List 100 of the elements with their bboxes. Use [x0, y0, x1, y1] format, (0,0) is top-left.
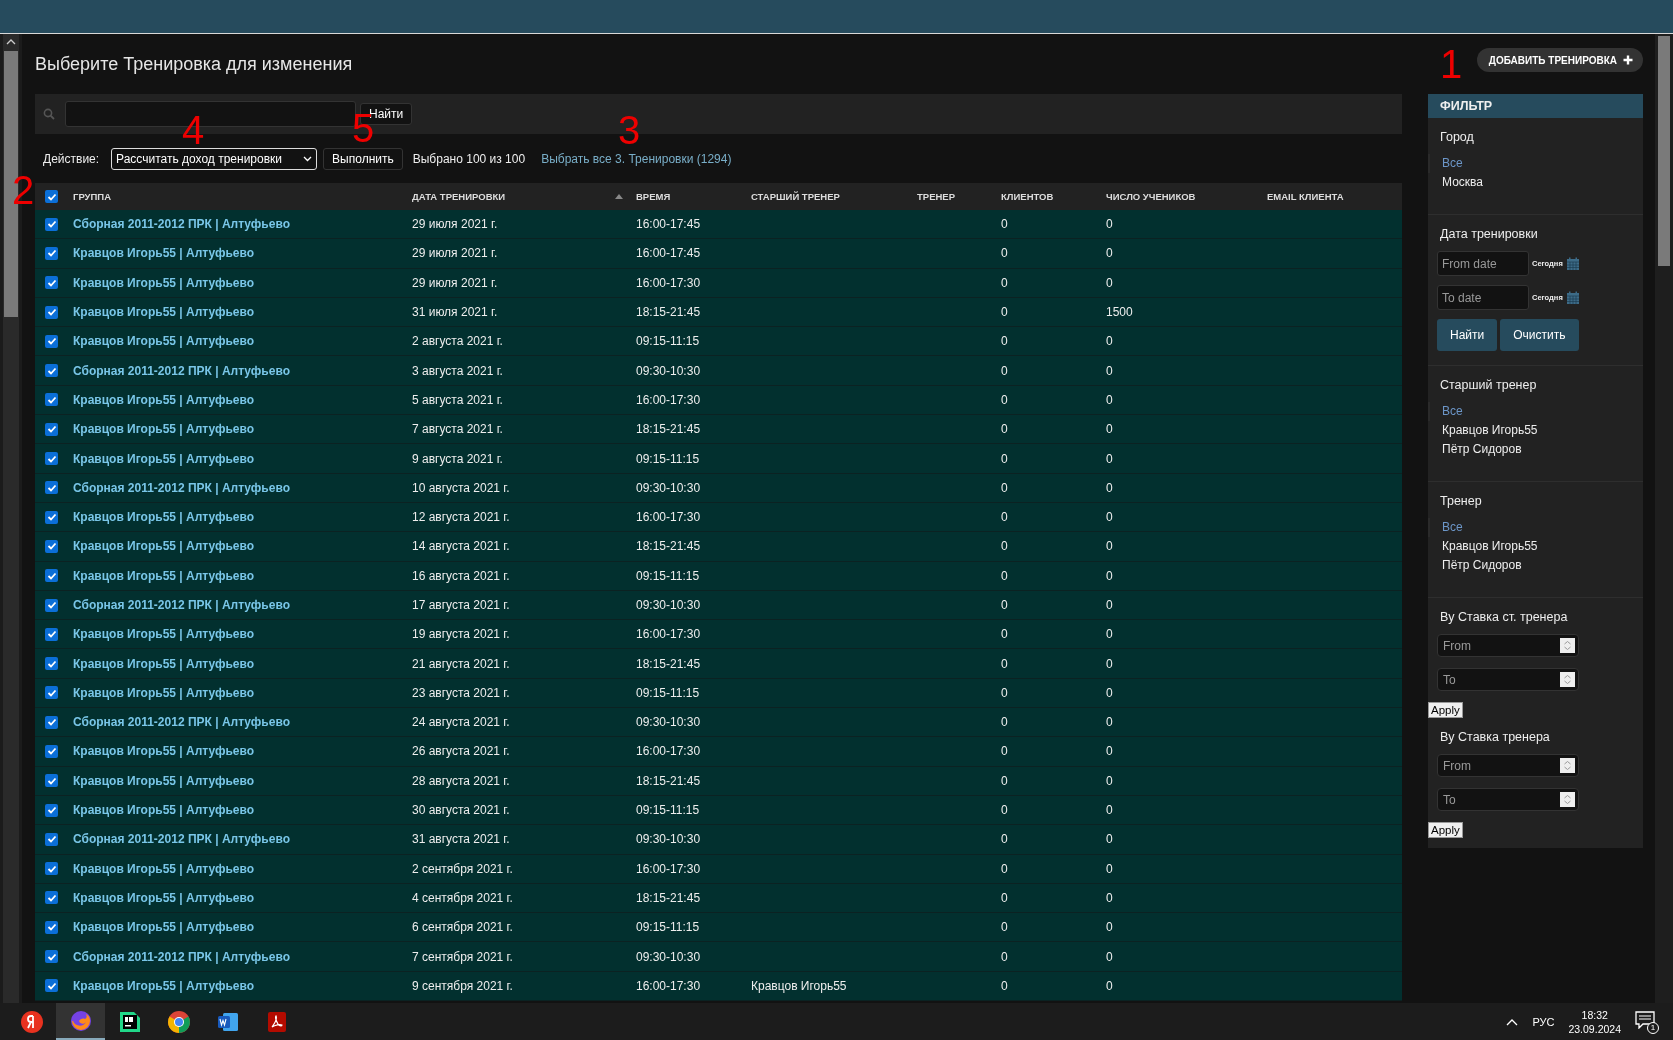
calendar-icon[interactable] [1565, 290, 1580, 305]
checkbox[interactable] [45, 422, 58, 436]
group-link[interactable]: Сборная 2011-2012 ПРК | Алтуфьево [73, 217, 290, 232]
sort-icon[interactable] [615, 194, 623, 199]
checkbox[interactable] [45, 657, 58, 671]
checkbox[interactable] [45, 334, 58, 348]
group-link[interactable]: Кравцов Игорь55 | Алтуфьево [73, 627, 255, 642]
checkbox[interactable] [45, 481, 58, 495]
group-link[interactable]: Кравцов Игорь55 | Алтуфьево [73, 539, 255, 554]
checkbox[interactable] [45, 950, 58, 964]
caret-icon[interactable] [1506, 1017, 1519, 1026]
table-cell: 18:15-21:45 [636, 422, 701, 437]
checkbox[interactable] [45, 715, 58, 729]
checkbox[interactable] [45, 745, 58, 758]
clock[interactable]: 18:32 23.09.2024 [1568, 1007, 1621, 1036]
table-cell: 0 [1106, 275, 1113, 290]
group-link[interactable]: Сборная 2011-2012 ПРК | Алтуфьево [73, 715, 290, 730]
table-cell: 18:15-21:45 [636, 656, 701, 671]
table-cell: 0 [1001, 217, 1008, 232]
group-link[interactable]: Кравцов Игорь55 | Алтуфьево [73, 275, 255, 290]
checkbox[interactable] [45, 686, 58, 700]
select-all-link[interactable]: Выбрать все 3. Тренировки (1294) [541, 151, 732, 166]
group-link[interactable]: Кравцов Игорь55 | Алтуфьево [73, 510, 255, 525]
checkbox[interactable] [45, 510, 58, 524]
filter-button[interactable]: Найти [1437, 319, 1498, 351]
checkbox[interactable] [45, 891, 58, 905]
group-link[interactable]: Кравцов Игорь55 | Алтуфьево [73, 334, 255, 349]
group-link[interactable]: Кравцов Игорь55 | Алтуфьево [73, 773, 255, 788]
group-link[interactable]: Кравцов Игорь55 | Алтуфьево [73, 656, 255, 671]
checkbox[interactable] [45, 862, 58, 876]
checkbox[interactable] [45, 246, 58, 260]
checkbox[interactable] [45, 569, 58, 583]
date-field[interactable]: To date [1437, 285, 1529, 310]
date-field[interactable]: From date [1437, 251, 1529, 276]
action-select[interactable]: Рассчитать доход тренировки [111, 147, 318, 170]
checkbox[interactable] [45, 803, 58, 817]
apply-button[interactable]: Apply [1428, 822, 1463, 838]
number-field[interactable]: To [1437, 668, 1579, 691]
column-header[interactable]: EMAIL КЛИЕНТА [1267, 191, 1344, 202]
number-field[interactable]: From [1437, 754, 1579, 777]
column-header[interactable]: ГРУППА [73, 191, 112, 202]
group-link[interactable]: Сборная 2011-2012 ПРК | Алтуфьево [73, 480, 290, 495]
group-link[interactable]: Сборная 2011-2012 ПРК | Алтуфьево [73, 832, 290, 847]
group-link[interactable]: Сборная 2011-2012 ПРК | Алтуфьево [73, 363, 290, 378]
group-link[interactable]: Кравцов Игорь55 | Алтуфьево [73, 305, 255, 320]
filter-option[interactable]: Пётр Сидоров [1428, 556, 1643, 575]
group-link[interactable]: Сборная 2011-2012 ПРК | Алтуфьево [73, 598, 290, 612]
group-link[interactable]: Кравцов Игорь55 | Алтуфьево [73, 685, 255, 700]
calendar-icon[interactable] [1565, 256, 1580, 271]
checkbox[interactable] [45, 305, 58, 319]
column-header[interactable]: ВРЕМЯ [636, 191, 671, 202]
checkbox[interactable] [45, 452, 58, 465]
group-link[interactable]: Кравцов Игорь55 | Алтуфьево [73, 890, 255, 905]
run-button[interactable]: Выполнить [323, 147, 403, 170]
checkbox[interactable] [45, 276, 58, 290]
column-header[interactable]: ТРЕНЕР [917, 191, 955, 202]
filter-option[interactable]: Все [1428, 154, 1643, 173]
table-cell: 0 [1001, 480, 1008, 495]
group-link[interactable]: Кравцов Игорь55 | Алтуфьево [73, 978, 255, 993]
filter-option[interactable]: Все [1428, 518, 1643, 537]
group-link[interactable]: Кравцов Игорь55 | Алтуфьево [73, 803, 255, 818]
checkbox[interactable] [45, 832, 58, 846]
checkbox[interactable] [45, 979, 58, 993]
number-field[interactable]: From [1437, 634, 1579, 657]
checkbox[interactable] [45, 920, 58, 934]
checkbox[interactable] [45, 774, 58, 788]
group-link[interactable]: Кравцов Игорь55 | Алтуфьево [73, 422, 255, 437]
group-link[interactable]: Кравцов Игорь55 | Алтуфьево [73, 744, 255, 759]
checkbox[interactable] [45, 217, 58, 231]
browser-icon[interactable] [56, 1003, 105, 1040]
checkbox[interactable] [45, 539, 58, 553]
apply-button[interactable]: Apply [1428, 702, 1463, 718]
checkbox[interactable] [45, 364, 58, 378]
group-link[interactable]: Кравцов Игорь55 | Алтуфьево [73, 568, 255, 583]
filter-option[interactable]: Пётр Сидоров [1428, 440, 1643, 459]
column-header[interactable]: СТАРШИЙ ТРЕНЕР [751, 191, 840, 202]
checkbox[interactable] [45, 598, 58, 612]
group-link[interactable]: Кравцов Игорь55 | Алтуфьево [73, 246, 255, 261]
checkbox[interactable] [45, 627, 58, 641]
filter-option[interactable]: Кравцов Игорь55 [1428, 421, 1643, 440]
scrollbar[interactable] [1655, 34, 1673, 1003]
number-field[interactable]: To [1437, 788, 1579, 811]
checkbox[interactable] [45, 190, 58, 203]
scrollbar-thumb[interactable] [1658, 36, 1670, 266]
group-link[interactable]: Кравцов Игорь55 | Алтуфьево [73, 861, 255, 876]
group-link[interactable]: Сборная 2011-2012 ПРК | Алтуфьево [73, 949, 290, 964]
group-link[interactable]: Кравцов Игорь55 | Алтуфьево [73, 392, 255, 407]
filter-option[interactable]: Москва [1428, 173, 1643, 192]
filter-option[interactable]: Все [1428, 402, 1643, 421]
filter-option[interactable]: Кравцов Игорь55 [1428, 537, 1643, 556]
group-link[interactable]: Кравцов Игорь55 | Алтуфьево [73, 451, 255, 466]
filter-button[interactable]: Очистить [1500, 319, 1579, 351]
add-button[interactable]: ДОБАВИТЬ ТРЕНИРОВКА [1476, 48, 1643, 72]
column-header[interactable]: ЧИСЛО УЧЕНИКОВ [1106, 191, 1196, 202]
column-header[interactable]: КЛИЕНТОВ [1001, 191, 1054, 202]
language-indicator[interactable]: РУС [1532, 1015, 1555, 1028]
checkbox[interactable] [45, 393, 58, 407]
table-cell: 0 [1106, 803, 1113, 818]
group-link[interactable]: Кравцов Игорь55 | Алтуфьево [73, 920, 255, 935]
column-header[interactable]: ДАТА ТРЕНИРОВКИ [412, 191, 506, 202]
